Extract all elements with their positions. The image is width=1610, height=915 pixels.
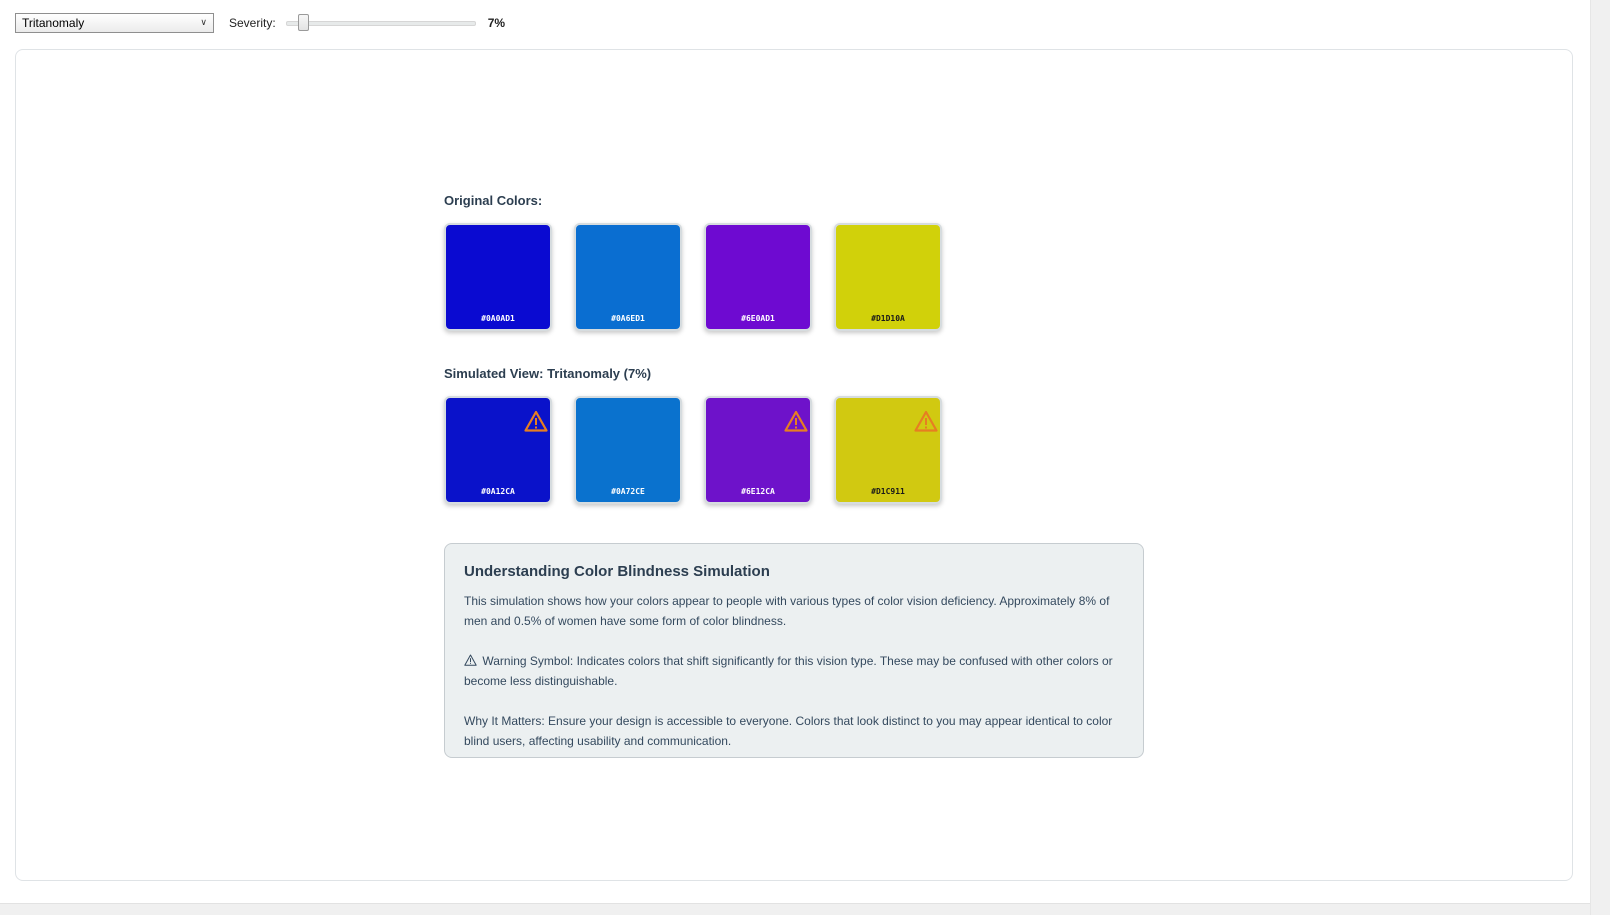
simulated-swatch: #0A12CA bbox=[444, 396, 552, 504]
original-swatch-row: #0A0AD1 #0A6ED1 #6E0AD1 #D1D10A bbox=[444, 223, 1144, 331]
vision-type-value: Tritanomaly bbox=[22, 16, 85, 30]
vision-type-select[interactable]: Tritanomaly ∨ bbox=[15, 13, 214, 33]
horizontal-scrollbar[interactable] bbox=[0, 903, 1590, 915]
swatch-hex-label: #0A72CE bbox=[611, 487, 645, 496]
severity-slider-thumb[interactable] bbox=[298, 14, 310, 31]
toolbar: Tritanomaly ∨ Severity: 7% bbox=[15, 12, 505, 34]
severity-label: Severity: bbox=[229, 16, 276, 30]
swatch-content: Original Colors: #0A0AD1 #0A6ED1 #6E0AD1… bbox=[444, 191, 1144, 504]
simulated-swatch: #6E12CA bbox=[704, 396, 812, 504]
warning-icon bbox=[464, 654, 477, 666]
warning-icon bbox=[524, 410, 548, 432]
original-colors-label: Original Colors: bbox=[444, 193, 543, 208]
original-swatch: #0A6ED1 bbox=[574, 223, 682, 331]
info-paragraph-warning: Warning Symbol: Indicates colors that sh… bbox=[464, 651, 1124, 691]
severity-slider-track[interactable] bbox=[285, 21, 476, 26]
swatch-hex-label: #6E12CA bbox=[741, 487, 775, 496]
original-swatch: #6E0AD1 bbox=[704, 223, 812, 331]
simulated-view-label: Simulated View: Tritanomaly (7%) bbox=[444, 366, 652, 381]
info-paragraph-prevalence: This simulation shows how your colors ap… bbox=[464, 594, 1110, 628]
warning-icon bbox=[914, 410, 938, 432]
swatch-hex-label: #0A6ED1 bbox=[611, 314, 645, 323]
simulated-swatch-row: #0A12CA #0A72CE #6E12CA #D1C911 bbox=[444, 396, 1144, 504]
swatch-hex-label: #D1D10A bbox=[871, 314, 905, 323]
simulated-swatch: #0A72CE bbox=[574, 396, 682, 504]
vertical-scrollbar[interactable] bbox=[1590, 0, 1610, 915]
original-swatch: #D1D10A bbox=[834, 223, 942, 331]
severity-slider[interactable] bbox=[285, 13, 476, 33]
info-paragraph-why: Why It Matters: Ensure your design is ac… bbox=[464, 714, 1113, 748]
swatch-hex-label: #6E0AD1 bbox=[741, 314, 775, 323]
info-title: Understanding Color Blindness Simulation bbox=[464, 563, 770, 580]
simulated-swatch: #D1C911 bbox=[834, 396, 942, 504]
chevron-down-icon: ∨ bbox=[200, 17, 207, 27]
swatch-hex-label: #0A12CA bbox=[481, 487, 515, 496]
warning-icon bbox=[784, 410, 808, 432]
original-swatch: #0A0AD1 bbox=[444, 223, 552, 331]
swatch-hex-label: #0A0AD1 bbox=[481, 314, 515, 323]
swatch-hex-label: #D1C911 bbox=[871, 487, 905, 496]
info-warning-text: Warning Symbol: Indicates colors that sh… bbox=[464, 654, 1113, 688]
severity-value: 7% bbox=[487, 16, 506, 30]
info-box: Understanding Color Blindness Simulation… bbox=[444, 543, 1144, 758]
